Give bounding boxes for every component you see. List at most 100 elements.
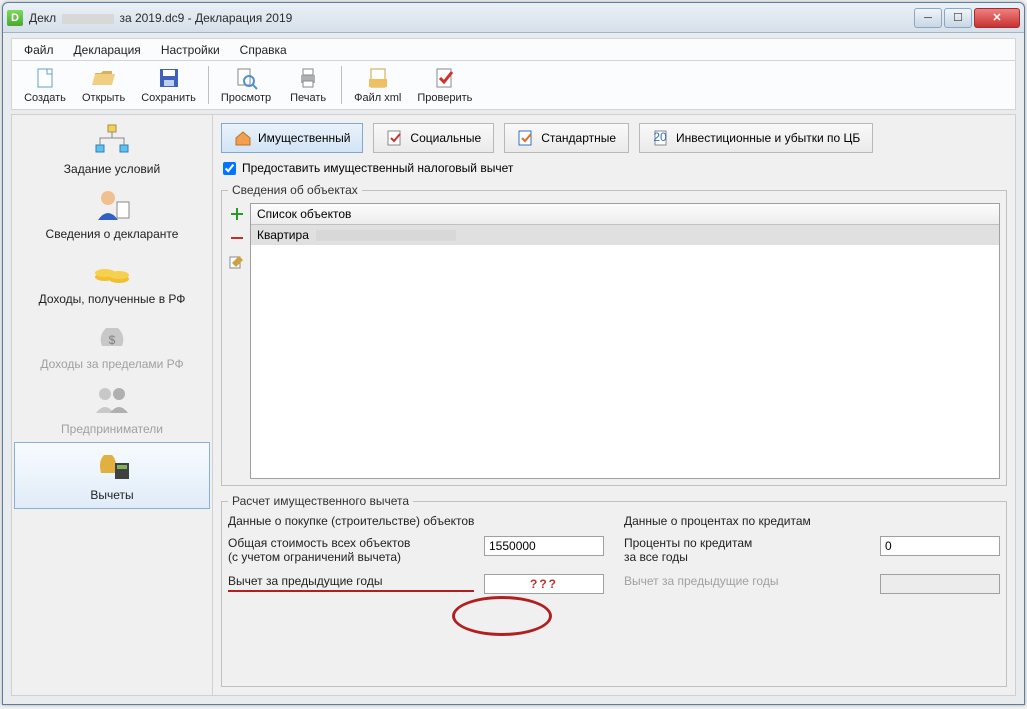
add-object-button[interactable]: [228, 205, 246, 223]
tab-standard[interactable]: Стандартные: [504, 123, 629, 153]
sidebar-item-deductions[interactable]: Вычеты: [14, 442, 210, 509]
total-cost-input[interactable]: [484, 536, 604, 556]
toolbar-separator: [208, 66, 209, 104]
title-prefix: Декл: [29, 11, 56, 25]
tab-label: Социальные: [410, 131, 481, 145]
total-cost-label: Общая стоимость всех объектов (с учетом …: [228, 536, 474, 564]
toolbar-separator: [341, 66, 342, 104]
document-icon: 20: [652, 129, 670, 147]
prev-years-label: Вычет за предыдущие годы: [228, 574, 474, 592]
title-suffix: за 2019.dc9 - Декларация 2019: [119, 11, 292, 25]
prev-years-right-input: [880, 574, 1000, 594]
preview-button[interactable]: Просмотр: [213, 63, 279, 107]
object-row-redacted: [316, 230, 456, 241]
sidebar-item-conditions[interactable]: Задание условий: [14, 117, 210, 182]
tab-row: Имущественный Социальные Стандартные 20 …: [217, 119, 1011, 161]
object-list-header: Список объектов: [251, 204, 999, 225]
object-row-text: Квартира: [257, 228, 309, 242]
preview-label: Просмотр: [221, 92, 271, 104]
menu-file[interactable]: Файл: [16, 41, 62, 59]
open-label: Открыть: [82, 92, 125, 104]
note-check-icon: [386, 129, 404, 147]
provide-deduction-row: Предоставить имущественный налоговый выч…: [217, 161, 1011, 179]
sidebar-label: Доходы за пределами РФ: [18, 357, 206, 371]
deductions-icon: [92, 449, 132, 481]
menu-declaration[interactable]: Декларация: [66, 41, 149, 59]
moneybag-icon: $: [92, 318, 132, 350]
provide-deduction-checkbox[interactable]: [223, 162, 236, 175]
svg-text:$: $: [109, 333, 116, 347]
objects-legend: Сведения об объектах: [228, 183, 362, 197]
tab-label: Стандартные: [541, 131, 616, 145]
clipboard-check-icon: [517, 129, 535, 147]
filexml-label: Файл xml: [354, 92, 401, 104]
create-button[interactable]: Создать: [16, 63, 74, 107]
sidebar-label: Предприниматели: [18, 422, 206, 436]
sidebar: Задание условий Сведения о декларанте До…: [11, 114, 213, 696]
remove-object-button[interactable]: [228, 229, 246, 247]
window-title: Декл за 2019.dc9 - Декларация 2019: [29, 10, 914, 25]
edit-object-button[interactable]: [228, 253, 246, 271]
window-controls: ─ ☐ ✕: [914, 8, 1020, 28]
percent-label: Проценты по кредитам за все годы: [624, 536, 870, 564]
people-icon: [92, 383, 132, 415]
check-button[interactable]: Проверить: [409, 63, 480, 107]
check-icon: [433, 66, 457, 90]
print-label: Печать: [290, 92, 326, 104]
tab-label: Имущественный: [258, 131, 350, 145]
close-button[interactable]: ✕: [974, 8, 1020, 28]
xml-file-icon: [366, 66, 390, 90]
create-label: Создать: [24, 92, 66, 104]
print-button[interactable]: Печать: [279, 63, 337, 107]
calc-fieldset: Расчет имущественного вычета Данные о по…: [221, 494, 1007, 687]
percent-row: Проценты по кредитам за все годы: [624, 536, 1000, 564]
menu-help[interactable]: Справка: [232, 41, 295, 59]
calc-left-column: Данные о покупке (строительстве) объекто…: [228, 514, 604, 604]
sidebar-item-entrepreneurs[interactable]: Предприниматели: [14, 377, 210, 442]
person-icon: [92, 188, 132, 220]
save-label: Сохранить: [141, 92, 196, 104]
object-list[interactable]: Список объектов Квартира: [250, 203, 1000, 479]
sidebar-label: Сведения о декларанте: [18, 227, 206, 241]
total-cost-row: Общая стоимость всех объектов (с учетом …: [228, 536, 604, 564]
minimize-button[interactable]: ─: [914, 8, 942, 28]
open-button[interactable]: Открыть: [74, 63, 133, 107]
main-panel: Имущественный Социальные Стандартные 20 …: [213, 114, 1016, 696]
folder-open-icon: [92, 66, 116, 90]
sidebar-item-income-rf[interactable]: Доходы, полученные в РФ: [14, 247, 210, 312]
save-button[interactable]: Сохранить: [133, 63, 204, 107]
percent-input[interactable]: [880, 536, 1000, 556]
maximize-button[interactable]: ☐: [944, 8, 972, 28]
hierarchy-icon: [92, 123, 132, 155]
tab-social[interactable]: Социальные: [373, 123, 494, 153]
titlebar[interactable]: Декл за 2019.dc9 - Декларация 2019 ─ ☐ ✕: [3, 3, 1024, 33]
body-area: Задание условий Сведения о декларанте До…: [11, 114, 1016, 696]
calc-legend: Расчет имущественного вычета: [228, 494, 413, 508]
filexml-button[interactable]: Файл xml: [346, 63, 409, 107]
minus-icon: [229, 230, 245, 246]
provide-deduction-label: Предоставить имущественный налоговый выч…: [242, 161, 513, 175]
sidebar-item-income-abroad[interactable]: $ Доходы за пределами РФ: [14, 312, 210, 377]
menubar: Файл Декларация Настройки Справка: [11, 38, 1016, 60]
toolbar: Создать Открыть Сохранить Просмотр Печат…: [11, 60, 1016, 110]
calc-left-title: Данные о покупке (строительстве) объекто…: [228, 514, 604, 528]
object-list-row[interactable]: Квартира: [251, 225, 999, 245]
preview-icon: [234, 66, 258, 90]
tab-invest[interactable]: 20 Инвестиционные и убытки по ЦБ: [639, 123, 873, 153]
prev-years-input[interactable]: ???: [484, 574, 604, 594]
object-buttons: [228, 203, 246, 479]
title-redacted: [62, 14, 114, 24]
edit-icon: [229, 254, 245, 270]
tab-property[interactable]: Имущественный: [221, 123, 363, 153]
calc-right-column: Данные о процентах по кредитам Проценты …: [624, 514, 1000, 604]
prev-years-right-label: Вычет за предыдущие годы: [624, 574, 870, 588]
app-icon: [7, 10, 23, 26]
menu-settings[interactable]: Настройки: [153, 41, 228, 59]
app-window: Декл за 2019.dc9 - Декларация 2019 ─ ☐ ✕…: [2, 2, 1025, 705]
sidebar-label: Вычеты: [19, 488, 205, 502]
house-icon: [234, 129, 252, 147]
sidebar-item-declarant[interactable]: Сведения о декларанте: [14, 182, 210, 247]
svg-text:20: 20: [653, 130, 667, 144]
new-file-icon: [33, 66, 57, 90]
save-icon: [157, 66, 181, 90]
